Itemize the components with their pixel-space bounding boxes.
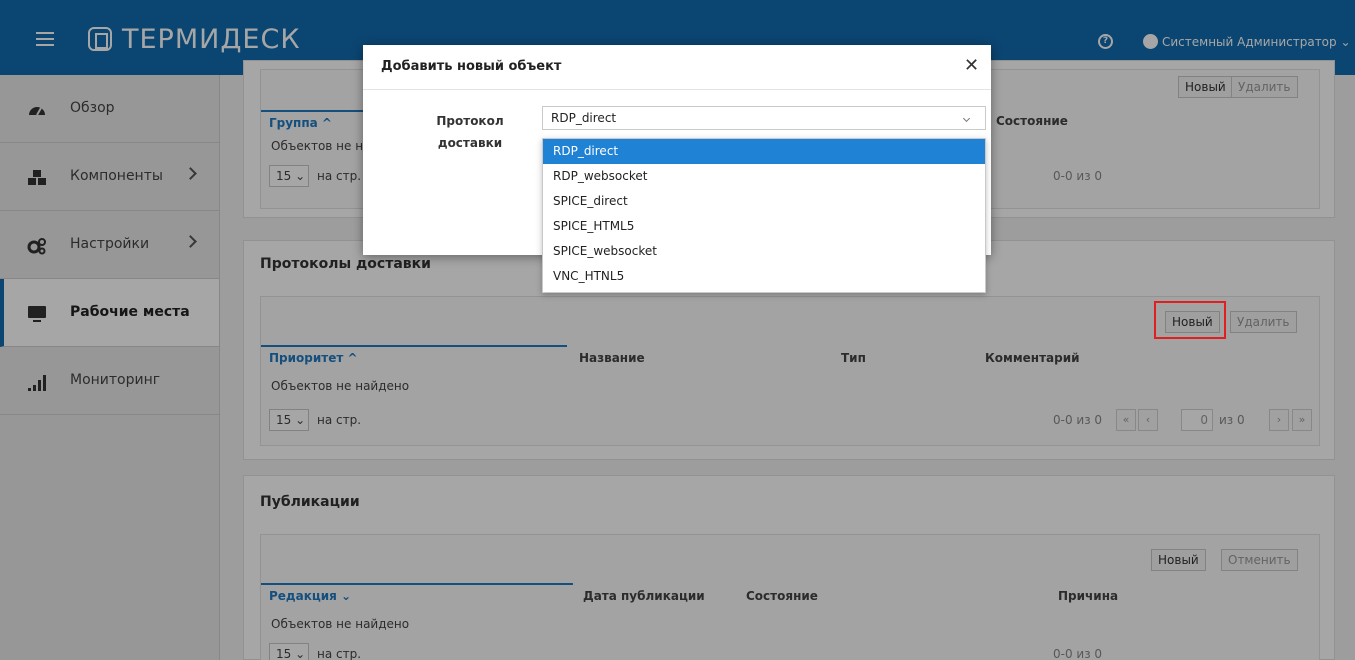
close-icon[interactable]: ✕ — [964, 55, 979, 76]
dropdown-option[interactable]: SPICE_HTML5 — [543, 214, 985, 239]
dropdown-option[interactable]: SPICE_direct — [543, 189, 985, 214]
chevron-down-icon — [962, 114, 971, 123]
dropdown-option[interactable]: RDP_direct — [543, 139, 985, 164]
dropdown-option[interactable]: RDP_websocket — [543, 164, 985, 189]
dropdown-option[interactable]: VNC_HTNL5 — [543, 264, 985, 289]
dialog-title: Добавить новый объект — [381, 59, 562, 74]
protocol-dropdown: RDP_direct RDP_websocket SPICE_direct SP… — [542, 138, 986, 293]
protocol-label: Протокол доставки — [436, 114, 504, 150]
dropdown-option[interactable]: SPICE_websocket — [543, 239, 985, 264]
highlight-frame — [1154, 301, 1226, 339]
protocol-select[interactable]: RDP_direct — [542, 106, 986, 130]
divider — [363, 89, 991, 90]
